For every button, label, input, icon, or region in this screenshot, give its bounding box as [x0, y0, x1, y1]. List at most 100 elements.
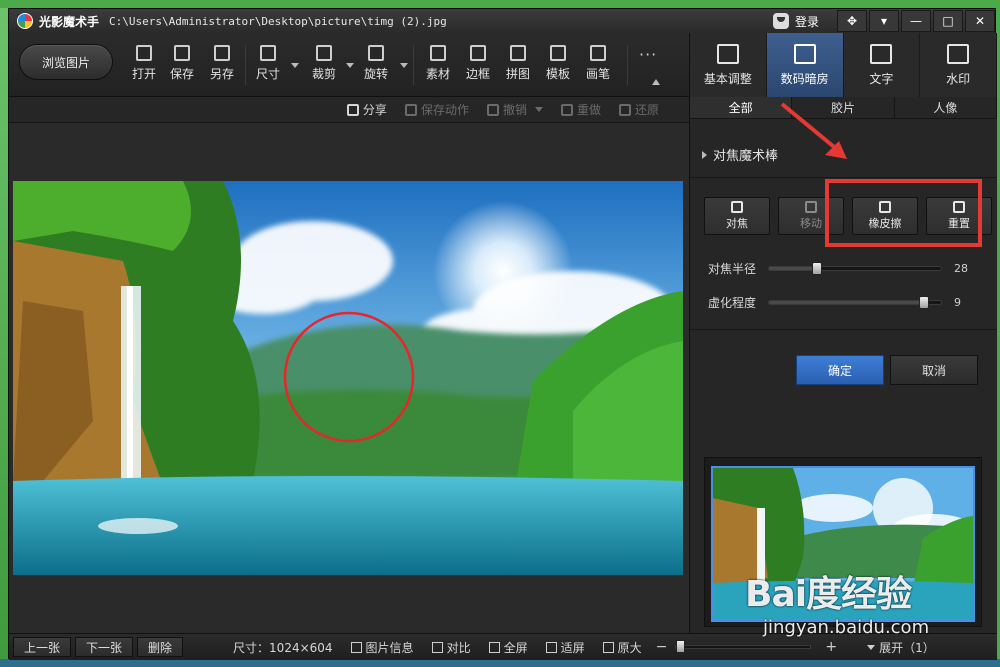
restore-label: 还原	[634, 103, 659, 117]
border-button[interactable]: 边框	[459, 45, 497, 87]
star-icon	[430, 45, 446, 61]
butterfly-icon: ✥	[846, 14, 858, 28]
subtab-portrait[interactable]: 人像	[895, 97, 997, 118]
tab-text[interactable]: 文字	[844, 33, 921, 97]
original-size-label: 原大	[617, 640, 642, 655]
rotate-button[interactable]: 旋转	[357, 45, 395, 87]
section-title-label: 对焦魔术棒	[713, 149, 779, 164]
maximize-icon: □	[942, 14, 954, 28]
blur-level-fill	[769, 300, 924, 304]
main-photo[interactable]	[13, 181, 683, 575]
blur-level-value: 9	[954, 295, 961, 309]
zoom-out-button[interactable]: −	[656, 639, 668, 655]
focus-button[interactable]: 对焦	[704, 197, 770, 235]
taskbar-strip	[0, 659, 1000, 667]
tab-watermark[interactable]: 水印	[920, 33, 997, 97]
size-button[interactable]: 尺寸	[249, 45, 287, 87]
confirm-button[interactable]: 确定	[796, 355, 884, 385]
tab-digital-darkroom[interactable]: 数码暗房	[766, 33, 844, 97]
file-path: C:\Users\Administrator\Desktop\picture\t…	[109, 14, 447, 28]
redo-button[interactable]: 重做	[560, 101, 601, 118]
compare-label: 对比	[446, 640, 471, 655]
toolbar-divider	[245, 45, 246, 85]
undo-button[interactable]: 撤销	[486, 101, 527, 118]
blur-level-handle[interactable]	[918, 295, 929, 309]
waterfall-scene	[13, 181, 683, 575]
brush-label: 画笔	[585, 67, 610, 81]
undo-icon	[486, 103, 499, 116]
save-action-icon	[404, 103, 417, 116]
compare-button[interactable]: 对比	[431, 639, 471, 656]
save-label: 保存	[169, 67, 194, 81]
blur-level-slider[interactable]	[768, 295, 942, 309]
crop-icon	[316, 45, 332, 61]
edit-icon	[716, 43, 739, 64]
right-panel: 全部 胶片 人像 对焦魔术棒 对焦 移动 橡皮擦 重置 对焦半径 28 虚化程度	[689, 97, 997, 633]
original-size-button[interactable]: 原大	[602, 639, 642, 656]
toolbar-divider	[627, 45, 628, 85]
desktop-strip-left	[0, 8, 8, 667]
material-label: 素材	[425, 67, 450, 81]
share-button[interactable]: 分享	[346, 101, 387, 118]
cancel-button[interactable]: 取消	[890, 355, 978, 385]
next-image-button[interactable]: 下一张	[75, 637, 134, 657]
image-info-label: 图片信息	[365, 640, 414, 655]
watermark-url: jingyan.baidu.com	[763, 617, 930, 638]
image-info-button[interactable]: 图片信息	[350, 639, 414, 656]
template-button[interactable]: 模板	[539, 45, 577, 87]
skin-button[interactable]: ✥	[837, 10, 867, 32]
user-face-icon	[772, 13, 789, 29]
fullscreen-label: 全屏	[503, 640, 528, 655]
rotate-dropdown-icon[interactable]	[400, 63, 408, 68]
save-as-icon	[214, 45, 230, 61]
maximize-button[interactable]: □	[933, 10, 963, 32]
size-dropdown-icon[interactable]	[291, 63, 299, 68]
desktop-strip-top	[0, 0, 1000, 8]
brush-button[interactable]: 画笔	[579, 45, 617, 87]
collage-button[interactable]: 拼图	[499, 45, 537, 87]
focus-label: 对焦	[726, 217, 748, 230]
title-bar: 光影魔术手 C:\Users\Administrator\Desktop\pic…	[9, 9, 995, 33]
close-icon: ✕	[974, 14, 986, 28]
minimize-button[interactable]: —	[901, 10, 931, 32]
save-button[interactable]: 保存	[163, 45, 201, 87]
tab-basic-adjust[interactable]: 基本调整	[690, 33, 767, 97]
resize-icon	[260, 45, 276, 61]
prev-image-button[interactable]: 上一张	[13, 637, 72, 657]
border-label: 边框	[465, 67, 490, 81]
app-logo-icon	[17, 13, 33, 29]
save-action-button[interactable]: 保存动作	[404, 101, 469, 118]
crop-button[interactable]: 裁剪	[305, 45, 343, 87]
login-button[interactable]: 登录	[763, 13, 835, 30]
minimize-icon: —	[910, 14, 922, 28]
fit-screen-button[interactable]: 适屏	[545, 639, 585, 656]
focus-radius-handle[interactable]	[812, 261, 823, 275]
browse-images-button[interactable]: 浏览图片	[19, 44, 113, 80]
crop-dropdown-icon[interactable]	[346, 63, 354, 68]
open-icon	[136, 45, 152, 61]
baidu-watermark: Bai度经验 jingyan.baidu.com	[745, 555, 995, 655]
share-icon	[346, 103, 359, 116]
close-button[interactable]: ✕	[965, 10, 995, 32]
open-button[interactable]: 打开	[125, 45, 163, 87]
login-label: 登录	[794, 14, 819, 29]
save-as-button[interactable]: 另存	[203, 45, 241, 87]
zoom-slider-handle[interactable]	[676, 640, 686, 653]
move-icon	[805, 201, 817, 213]
caret-right-icon	[702, 150, 707, 159]
template-icon	[550, 45, 566, 61]
restore-button[interactable]: 还原	[618, 101, 659, 118]
fullscreen-button[interactable]: 全屏	[488, 639, 528, 656]
expand-corner-icon[interactable]	[652, 79, 660, 85]
material-button[interactable]: 素材	[419, 45, 457, 87]
undo-dropdown-icon[interactable]	[534, 107, 543, 112]
section-title[interactable]: 对焦魔术棒	[702, 145, 778, 164]
info-icon	[350, 641, 362, 653]
focus-radius-slider[interactable]	[768, 261, 942, 275]
toolbar-divider	[413, 45, 414, 85]
menu-button[interactable]: ▾	[869, 10, 899, 32]
more-tools-button[interactable]: ···	[639, 45, 657, 64]
tab-digital-darkroom-label: 数码暗房	[780, 71, 829, 86]
delete-button[interactable]: 删除	[137, 637, 184, 657]
redo-label: 重做	[576, 103, 601, 117]
